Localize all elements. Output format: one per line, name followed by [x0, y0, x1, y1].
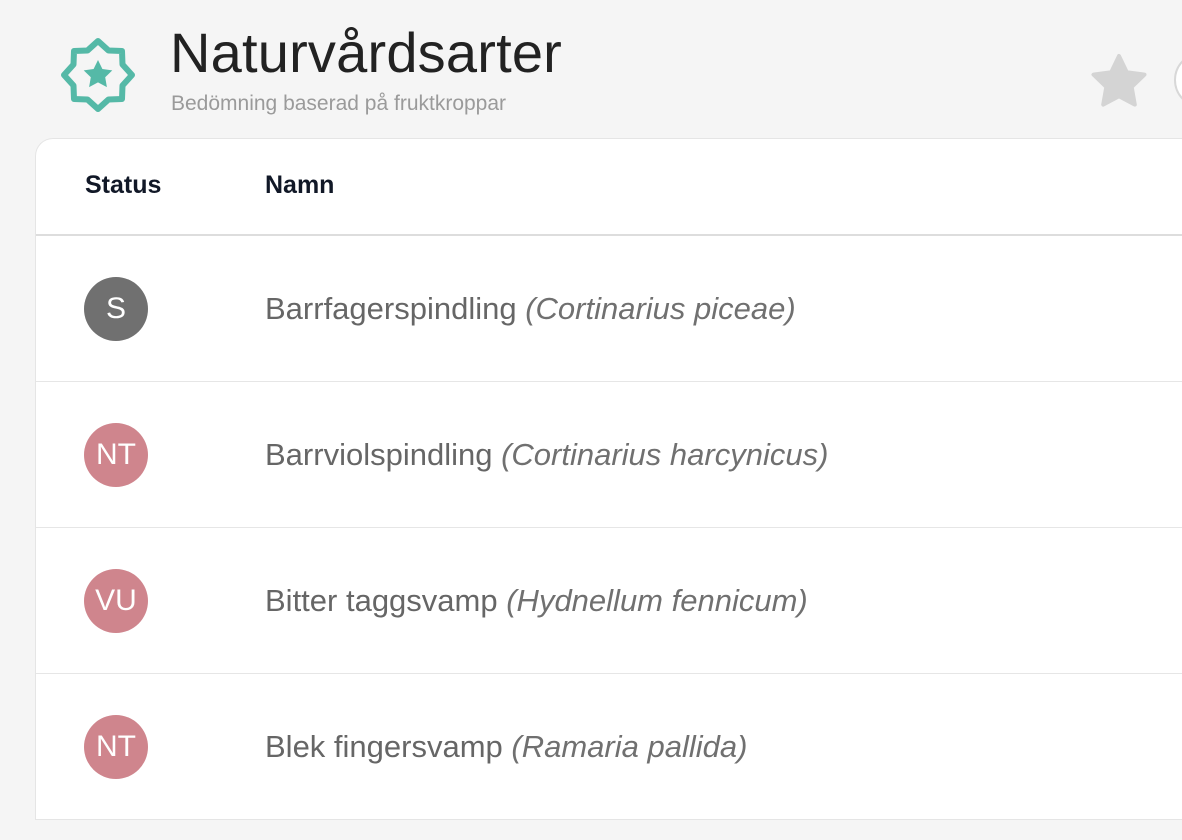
star-badge-icon [58, 35, 138, 115]
species-table: Status Namn S Barrfagerspindling (Cortin… [35, 138, 1182, 820]
common-name: Barrfagerspindling [265, 291, 517, 326]
species-name: Bitter taggsvamp (Hydnellum fennicum) [265, 583, 808, 619]
more-options-button[interactable] [1174, 52, 1182, 108]
common-name: Bitter taggsvamp [265, 583, 498, 618]
favorite-button[interactable] [1088, 51, 1150, 113]
page: Naturvårdsarter Bedömning baserad på fru… [0, 0, 1182, 840]
species-name: Blek fingersvamp (Ramaria pallida) [265, 729, 747, 765]
page-subtitle: Bedömning baserad på fruktkroppar [171, 92, 507, 115]
status-badge: NT [84, 715, 148, 779]
scientific-name: (Cortinarius harcynicus) [501, 437, 829, 472]
table-header: Status Namn [36, 139, 1182, 236]
common-name: Barrviolspindling [265, 437, 493, 472]
scientific-name: (Ramaria pallida) [511, 729, 748, 764]
scientific-name: (Cortinarius piceae) [525, 291, 796, 326]
species-name: Barrfagerspindling (Cortinarius piceae) [265, 291, 796, 327]
status-column-header: Status [85, 171, 162, 199]
table-row[interactable]: S Barrfagerspindling (Cortinarius piceae… [36, 236, 1182, 382]
name-column-header: Namn [265, 171, 335, 199]
star-icon [1091, 54, 1147, 107]
common-name: Blek fingersvamp [265, 729, 503, 764]
table-row[interactable]: NT Blek fingersvamp (Ramaria pallida) [36, 674, 1182, 819]
table-row[interactable]: VU Bitter taggsvamp (Hydnellum fennicum) [36, 528, 1182, 674]
status-badge: NT [84, 423, 148, 487]
status-badge: S [84, 277, 148, 341]
scientific-name: (Hydnellum fennicum) [506, 583, 808, 618]
page-title: Naturvårdsarter [170, 21, 563, 84]
status-badge: VU [84, 569, 148, 633]
table-row[interactable]: NT Barrviolspindling (Cortinarius harcyn… [36, 382, 1182, 528]
species-name: Barrviolspindling (Cortinarius harcynicu… [265, 437, 828, 473]
